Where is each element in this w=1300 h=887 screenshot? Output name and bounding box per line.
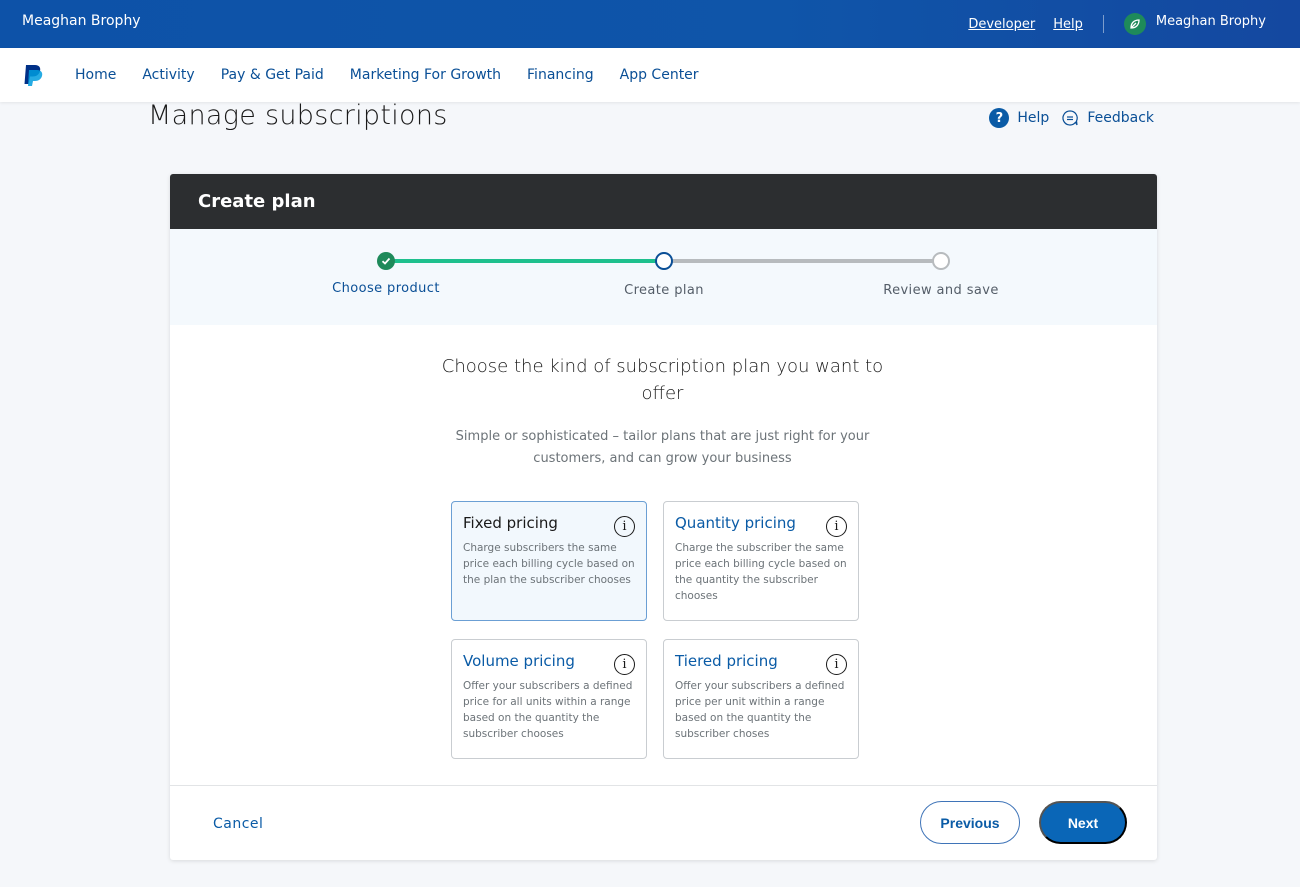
option-description: Offer your subscribers a defined price p… <box>675 680 845 740</box>
chat-bubble-icon <box>1062 110 1079 126</box>
option-quantity-pricing[interactable]: Quantity pricing i Charge the subscriber… <box>663 501 859 621</box>
help-button[interactable]: ? Help <box>989 108 1049 128</box>
create-plan-card: Create plan Choose product Create plan R… <box>170 174 1157 860</box>
option-description: Charge the subscriber the same price eac… <box>675 542 847 602</box>
feedback-label: Feedback <box>1087 110 1154 126</box>
step-track-complete <box>386 259 664 263</box>
plan-type-section: Choose the kind of subscription plan you… <box>170 325 1157 785</box>
question-circle-icon: ? <box>989 108 1010 128</box>
option-description: Offer your subscribers a defined price f… <box>463 680 633 740</box>
info-icon[interactable]: i <box>826 654 847 675</box>
nav-home[interactable]: Home <box>75 67 116 83</box>
card-footer: Cancel Previous Next <box>170 785 1157 860</box>
step-complete-check-icon <box>377 252 395 270</box>
option-title: Quantity pricing <box>675 514 796 532</box>
account-name: Meaghan Brophy <box>22 13 141 29</box>
help-label: Help <box>1017 110 1050 126</box>
card-header: Create plan <box>170 174 1157 229</box>
avatar[interactable] <box>1123 13 1146 35</box>
user-name[interactable]: Meaghan Brophy <box>1156 14 1266 29</box>
leaf-icon <box>1130 19 1140 29</box>
option-description: Charge subscribers the same price each b… <box>463 542 635 586</box>
option-title: Fixed pricing <box>463 514 558 532</box>
step-review-and-save: Review and save <box>883 283 999 298</box>
progress-stepper: Choose product Create plan Review and sa… <box>170 229 1157 325</box>
page-actions: ? Help Feedback <box>977 108 1154 128</box>
next-button[interactable]: Next <box>1039 801 1127 844</box>
previous-button[interactable]: Previous <box>920 801 1020 844</box>
top-bar: Meaghan Brophy Developer Help Meaghan Br… <box>0 0 1300 48</box>
page-title: Manage subscriptions <box>148 100 448 131</box>
section-subheading: Simple or sophisticated – tailor plans t… <box>455 429 870 466</box>
info-icon[interactable]: i <box>826 516 847 537</box>
nav-marketing-for-growth[interactable]: Marketing For Growth <box>350 67 501 83</box>
info-icon[interactable]: i <box>614 516 635 537</box>
paypal-logo[interactable] <box>22 63 44 87</box>
feedback-button[interactable]: Feedback <box>1061 109 1154 127</box>
step-current-indicator <box>655 252 673 270</box>
nav-app-center[interactable]: App Center <box>620 67 699 83</box>
info-icon[interactable]: i <box>614 654 635 675</box>
nav-financing[interactable]: Financing <box>527 67 594 83</box>
option-title: Volume pricing <box>463 652 575 670</box>
option-fixed-pricing[interactable]: Fixed pricing i Charge subscribers the s… <box>451 501 647 621</box>
divider <box>1102 15 1104 33</box>
step-create-plan: Create plan <box>624 283 704 298</box>
step-track-pending <box>664 259 942 263</box>
nav-pay-get-paid[interactable]: Pay & Get Paid <box>221 67 324 83</box>
main-nav: Home Activity Pay & Get Paid Marketing F… <box>0 48 1300 102</box>
step-choose-product[interactable]: Choose product <box>286 281 486 296</box>
nav-activity[interactable]: Activity <box>142 67 194 83</box>
option-title: Tiered pricing <box>675 652 778 670</box>
cancel-button[interactable]: Cancel <box>213 816 263 832</box>
developer-link[interactable]: Developer <box>968 17 1035 32</box>
step-pending-indicator <box>932 252 950 270</box>
top-bar-right: Developer Help Meaghan Brophy <box>950 0 1266 48</box>
section-heading: Choose the kind of subscription plan you… <box>441 356 884 404</box>
option-tiered-pricing[interactable]: Tiered pricing i Offer your subscribers … <box>663 639 859 759</box>
option-volume-pricing[interactable]: Volume pricing i Offer your subscribers … <box>451 639 647 759</box>
help-link[interactable]: Help <box>1053 17 1083 32</box>
